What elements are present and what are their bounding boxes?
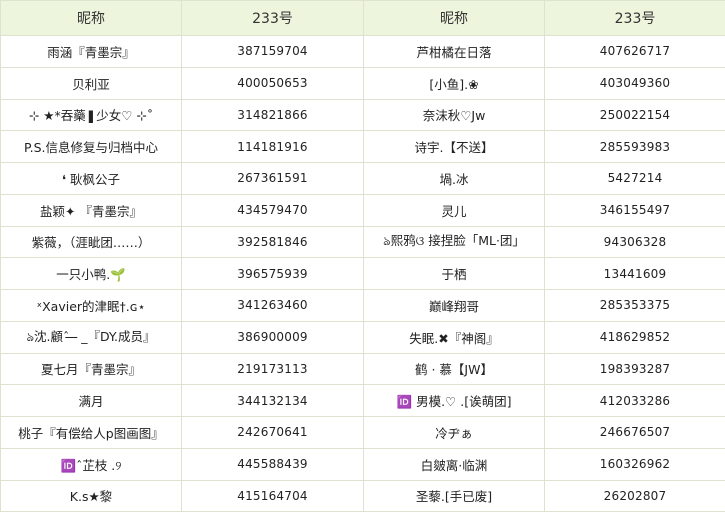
table-row: 贝利亚400050653[小鱼].❀403049360	[1, 67, 725, 99]
cell-nickname-left: 满月	[1, 385, 182, 417]
cell-id-left: 386900009	[182, 321, 364, 353]
table-row: 雨涵『青墨宗』387159704芦柑橘在日落407626717	[1, 36, 725, 68]
cell-nickname-left: ˣXavier的津眠†.ɢ⋆	[1, 290, 182, 322]
header-row: 昵称 233号 昵称 233号	[1, 1, 725, 36]
cell-id-left: 434579470	[182, 194, 364, 226]
cell-id-left: 242670641	[182, 417, 364, 449]
cell-nickname-left: 一只小鸭.🌱	[1, 258, 182, 290]
table-row: 盐颖✦ 『青墨宗』434579470灵儿346155497	[1, 194, 725, 226]
table-row: 夏七月『青墨宗』219173113鹤 · 慕【JW】198393287	[1, 353, 725, 385]
cell-id-left: 400050653	[182, 67, 364, 99]
table-row: 桃子『有偿给人p图画图』242670641冷ヂぁ246676507	[1, 417, 725, 449]
cell-nickname-left: P.S.信息修复与归档中心	[1, 131, 182, 163]
cell-nickname-right: 奈沫秋♡Jw	[364, 99, 545, 131]
cell-id-right: 285593983	[545, 131, 725, 163]
cell-id-left: 344132134	[182, 385, 364, 417]
cell-nickname-left: K.s★黎	[1, 480, 182, 512]
cell-id-right: 198393287	[545, 353, 725, 385]
cell-id-right: 26202807	[545, 480, 725, 512]
cell-nickname-right: 灵儿	[364, 194, 545, 226]
cell-nickname-left: 贝利亚	[1, 67, 182, 99]
header-id-right: 233号	[545, 1, 725, 36]
cell-nickname-right: [小鱼].❀	[364, 67, 545, 99]
cell-id-left: 396575939	[182, 258, 364, 290]
cell-id-right: 246676507	[545, 417, 725, 449]
cell-nickname-right: 于栖	[364, 258, 545, 290]
cell-id-right: 412033286	[545, 385, 725, 417]
cell-id-right: 94306328	[545, 226, 725, 258]
table-row: ঌ沈.顧ˆ ̶ ̶ _『DY.成员』386900009失眠.✖『神阁』41862…	[1, 321, 725, 353]
table-row: K.s★黎415164704圣藜.[手已废]26202807	[1, 480, 725, 512]
table-row: P.S.信息修复与归档中心114181916诗宇.【不送】285593983	[1, 131, 725, 163]
cell-id-right: 346155497	[545, 194, 725, 226]
cell-id-left: 387159704	[182, 36, 364, 68]
cell-nickname-left: 紫薇，（涯眦团……）	[1, 226, 182, 258]
cell-id-right: 418629852	[545, 321, 725, 353]
cell-nickname-left: 🆔ˆ芷枝 .୨	[1, 448, 182, 480]
cell-id-left: 341263460	[182, 290, 364, 322]
cell-nickname-right: 🆔 男模.♡ .[诶萌团]	[364, 385, 545, 417]
header-nickname-right: 昵称	[364, 1, 545, 36]
cell-id-left: 219173113	[182, 353, 364, 385]
table-row: 满月344132134🆔 男模.♡ .[诶萌团]412033286	[1, 385, 725, 417]
cell-id-right: 160326962	[545, 448, 725, 480]
table-row: 紫薇，（涯眦团……）392581846ঌ熙鸦ଓ 接捏脸「ML·团」9430632…	[1, 226, 725, 258]
cell-nickname-left: 桃子『有偿给人p图画图』	[1, 417, 182, 449]
cell-nickname-left: ঌ沈.顧ˆ ̶ ̶ _『DY.成员』	[1, 321, 182, 353]
cell-nickname-right: 芦柑橘在日落	[364, 36, 545, 68]
header-nickname-left: 昵称	[1, 1, 182, 36]
cell-nickname-right: 堝.冰	[364, 163, 545, 195]
cell-id-right: 403049360	[545, 67, 725, 99]
cell-id-left: 314821866	[182, 99, 364, 131]
cell-id-left: 392581846	[182, 226, 364, 258]
cell-id-right: 250022154	[545, 99, 725, 131]
cell-nickname-right: 圣藜.[手已废]	[364, 480, 545, 512]
cell-id-right: 13441609	[545, 258, 725, 290]
cell-id-left: 415164704	[182, 480, 364, 512]
cell-nickname-left: 夏七月『青墨宗』	[1, 353, 182, 385]
cell-id-right: 5427214	[545, 163, 725, 195]
table-row: 🆔ˆ芷枝 .୨445588439白皴离·临渊160326962	[1, 448, 725, 480]
cell-nickname-right: 失眠.✖『神阁』	[364, 321, 545, 353]
members-table: 昵称 233号 昵称 233号 雨涵『青墨宗』387159704芦柑橘在日落40…	[0, 0, 725, 512]
cell-nickname-right: 鹤 · 慕【JW】	[364, 353, 545, 385]
table-row: ❛ 耿枫公子267361591堝.冰5427214	[1, 163, 725, 195]
cell-id-right: 407626717	[545, 36, 725, 68]
cell-id-right: 285353375	[545, 290, 725, 322]
table-row: ⊹ ★*吞藥❚少女♡ ⊹˚314821866奈沫秋♡Jw250022154	[1, 99, 725, 131]
cell-nickname-left: ❛ 耿枫公子	[1, 163, 182, 195]
cell-id-left: 114181916	[182, 131, 364, 163]
table-row: ˣXavier的津眠†.ɢ⋆341263460巅峰翔哥285353375	[1, 290, 725, 322]
cell-nickname-right: 冷ヂぁ	[364, 417, 545, 449]
table-body: 雨涵『青墨宗』387159704芦柑橘在日落407626717贝利亚400050…	[1, 36, 725, 512]
cell-nickname-right: 诗宇.【不送】	[364, 131, 545, 163]
cell-nickname-right: ঌ熙鸦ଓ 接捏脸「ML·团」	[364, 226, 545, 258]
cell-id-left: 267361591	[182, 163, 364, 195]
cell-id-left: 445588439	[182, 448, 364, 480]
table-row: 一只小鸭.🌱396575939于栖13441609	[1, 258, 725, 290]
cell-nickname-right: 巅峰翔哥	[364, 290, 545, 322]
header-id-left: 233号	[182, 1, 364, 36]
cell-nickname-left: 盐颖✦ 『青墨宗』	[1, 194, 182, 226]
cell-nickname-left: ⊹ ★*吞藥❚少女♡ ⊹˚	[1, 99, 182, 131]
cell-nickname-left: 雨涵『青墨宗』	[1, 36, 182, 68]
cell-nickname-right: 白皴离·临渊	[364, 448, 545, 480]
